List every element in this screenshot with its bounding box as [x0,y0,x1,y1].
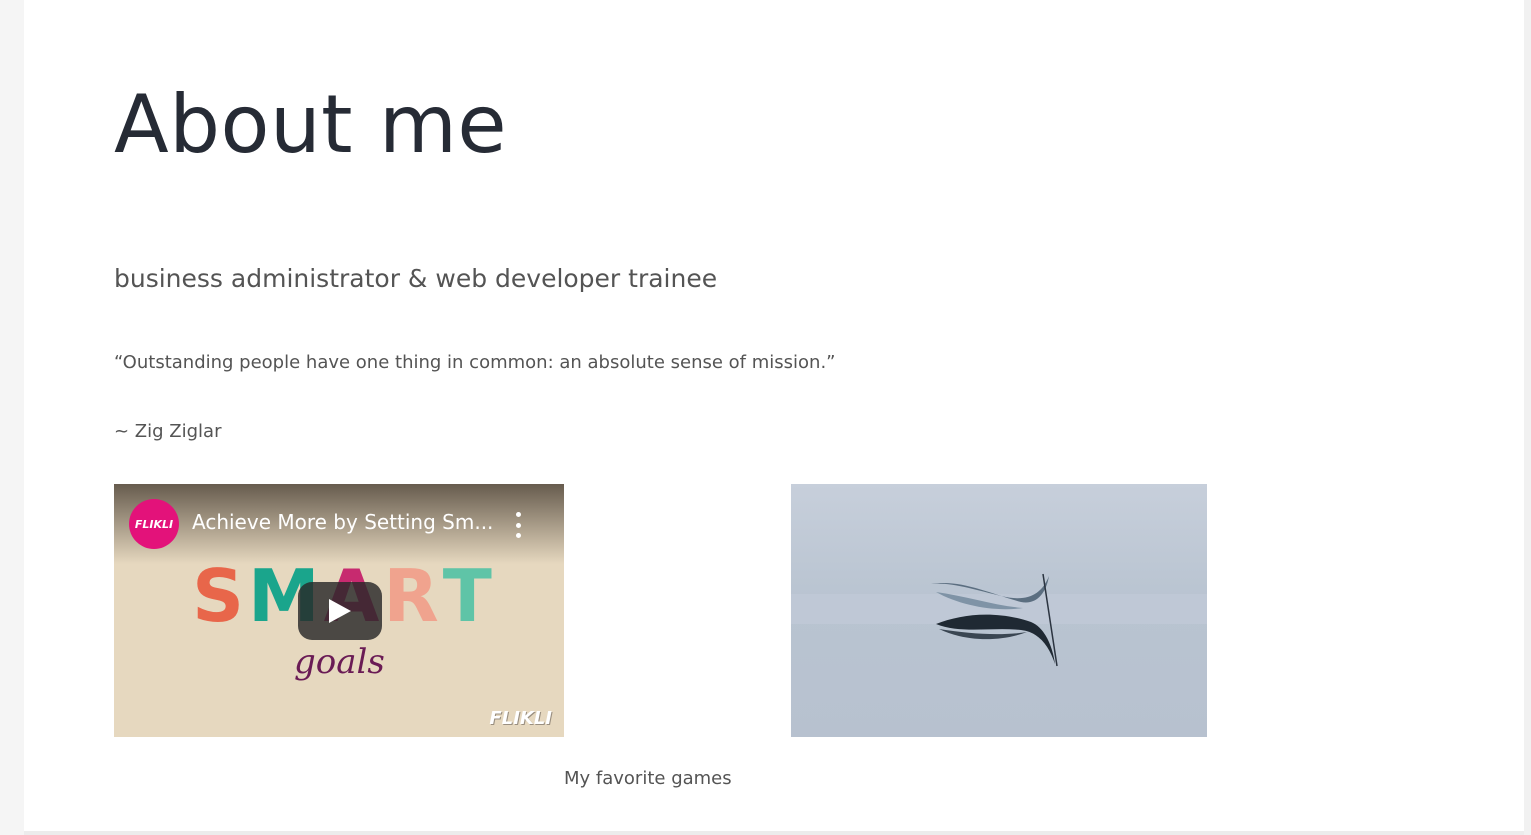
page-title: About me [114,78,508,171]
more-vertical-icon[interactable] [510,512,526,538]
video-title[interactable]: Achieve More by Setting Sm... [192,510,502,534]
thumbnail-goals-text: goals [294,642,385,682]
favorite-games-caption: My favorite games [564,768,732,789]
feather-image [791,484,1207,737]
play-icon [329,599,351,623]
quote-text: “Outstanding people have one thing in co… [114,352,836,373]
youtube-video-embed[interactable]: SMART goals FLIKLI Achieve More by Setti… [114,484,564,737]
channel-logo[interactable]: FLIKLI [129,499,179,549]
play-button[interactable] [298,582,382,640]
quote-author: ~ Zig Ziglar [114,421,222,442]
watermark-logo: FLIKLI [489,708,552,729]
page-content: About me business administrator & web de… [24,0,1524,831]
subtitle: business administrator & web developer t… [114,264,718,293]
scrollbar-track[interactable] [1524,0,1531,835]
